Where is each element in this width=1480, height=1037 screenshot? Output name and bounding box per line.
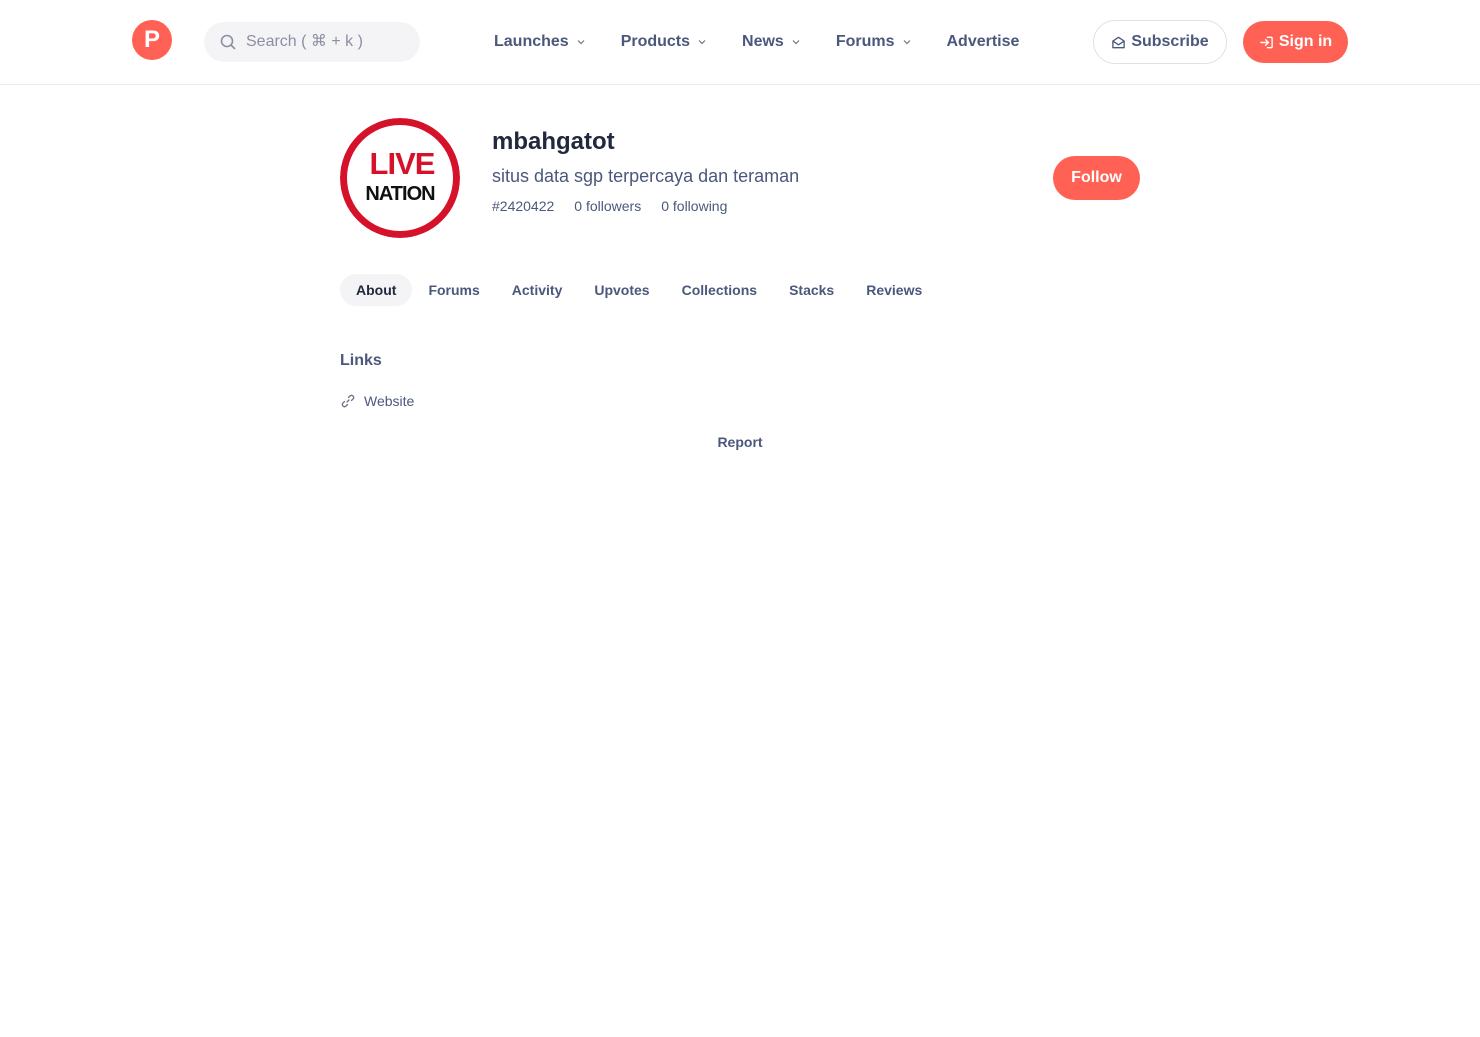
links-heading: Links bbox=[340, 352, 382, 369]
follow-label: Follow bbox=[1071, 169, 1122, 186]
tab-reviews[interactable]: Reviews bbox=[850, 274, 938, 306]
nav-label: Forums bbox=[835, 33, 895, 50]
live-nation-logo: LIVE NATION bbox=[340, 118, 460, 238]
profile-headline: situs data sgp terpercaya dan teraman bbox=[492, 166, 800, 186]
avatar-text-top: LIVE bbox=[370, 146, 435, 181]
logo-letter: P bbox=[143, 26, 160, 53]
chevron-down-icon bbox=[791, 37, 801, 47]
tab-about[interactable]: About bbox=[340, 274, 413, 306]
search-icon bbox=[220, 34, 236, 50]
tab-stacks[interactable]: Stacks bbox=[773, 274, 850, 306]
sign-in-button[interactable]: Sign in bbox=[1243, 21, 1348, 63]
nav-advertise[interactable]: Advertise bbox=[947, 33, 1020, 51]
chevron-down-icon bbox=[576, 37, 586, 47]
followers-link[interactable]: 0 followers bbox=[574, 198, 641, 214]
avatar: LIVE NATION bbox=[340, 118, 460, 238]
chevron-down-icon bbox=[902, 37, 912, 47]
sign-in-icon bbox=[1259, 35, 1274, 50]
subscribe-button[interactable]: Subscribe bbox=[1093, 20, 1227, 64]
nav-products[interactable]: Products bbox=[621, 33, 707, 51]
search-input[interactable] bbox=[244, 32, 418, 52]
tab-upvotes[interactable]: Upvotes bbox=[578, 274, 665, 306]
tab-collections[interactable]: Collections bbox=[666, 274, 773, 306]
profile-meta: #2420422 0 followers 0 following bbox=[492, 198, 747, 214]
user-id: #2420422 bbox=[492, 198, 555, 214]
nav-launches[interactable]: Launches bbox=[494, 33, 586, 51]
report-link[interactable]: Report bbox=[717, 434, 762, 450]
envelope-icon bbox=[1111, 35, 1126, 50]
follow-button[interactable]: Follow bbox=[1053, 156, 1140, 200]
nav-forums[interactable]: Forums bbox=[836, 33, 912, 51]
website-link-label: Website bbox=[364, 393, 415, 409]
nav-label: Launches bbox=[494, 33, 569, 50]
tab-forums[interactable]: Forums bbox=[412, 274, 495, 306]
link-icon bbox=[340, 393, 356, 409]
top-header: P Launches Products News Forums Advertis… bbox=[0, 0, 1480, 85]
profile-tabs: About Forums Activity Upvotes Collection… bbox=[340, 274, 938, 306]
avatar-text-bottom: NATION bbox=[365, 183, 435, 205]
chevron-down-icon bbox=[697, 37, 707, 47]
subscribe-label: Subscribe bbox=[1131, 33, 1209, 50]
profile-username: mbahgatot bbox=[492, 128, 615, 155]
nav-news[interactable]: News bbox=[742, 33, 801, 51]
nav-label: Advertise bbox=[946, 33, 1020, 50]
product-hunt-logo[interactable]: P bbox=[132, 20, 172, 60]
following-link[interactable]: 0 following bbox=[661, 198, 727, 214]
report-container: Report bbox=[0, 434, 1480, 450]
nav-label: Products bbox=[620, 33, 691, 50]
sign-in-label: Sign in bbox=[1278, 33, 1333, 50]
website-link[interactable]: Website bbox=[340, 393, 414, 409]
tab-activity[interactable]: Activity bbox=[496, 274, 579, 306]
main-nav: Launches Products News Forums Advertise bbox=[494, 30, 1054, 54]
nav-label: News bbox=[742, 33, 784, 50]
search-bar[interactable] bbox=[204, 22, 420, 62]
